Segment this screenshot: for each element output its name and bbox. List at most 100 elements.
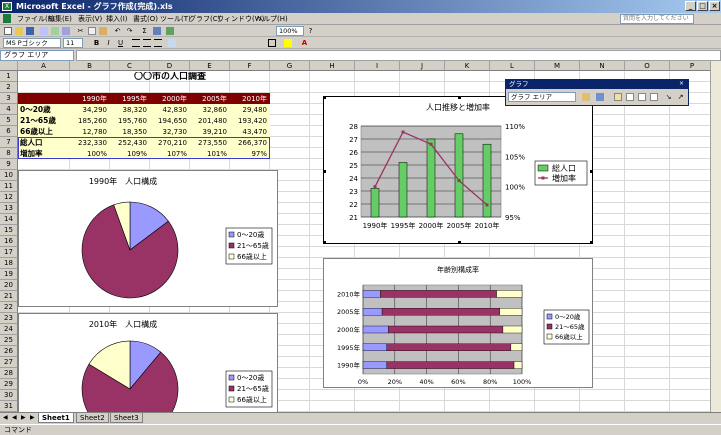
column-header[interactable]: F [230, 61, 270, 71]
select-all-corner[interactable] [0, 61, 18, 71]
workbook-icon[interactable] [3, 14, 11, 23]
row-header[interactable]: 13 [0, 203, 18, 214]
cut-icon[interactable]: ✂ [76, 26, 85, 35]
table-row-label[interactable]: 0〜20歳 [20, 105, 70, 115]
align-center-icon[interactable] [143, 39, 151, 47]
table-row-label[interactable]: 21〜65歳 [20, 116, 70, 126]
column-header[interactable]: D [150, 61, 190, 71]
table-cell[interactable]: 38,320 [110, 105, 148, 115]
table-cell[interactable]: 43,470 [230, 127, 268, 137]
spellcheck-icon[interactable] [62, 27, 70, 35]
row-header[interactable]: 18 [0, 258, 18, 269]
column-header[interactable]: M [535, 61, 580, 71]
row-header[interactable]: 20 [0, 280, 18, 291]
table-cell[interactable]: 97% [230, 149, 267, 159]
column-header[interactable]: E [190, 61, 230, 71]
formula-bar[interactable] [76, 50, 721, 61]
table-cell[interactable]: 32,860 [190, 105, 228, 115]
row-header[interactable]: 14 [0, 214, 18, 225]
name-box[interactable]: グラフ エリア [0, 50, 74, 61]
table-cell[interactable]: 232,330 [70, 138, 107, 148]
row-header[interactable]: 19 [0, 269, 18, 280]
menu-help[interactable]: ヘルプ(H) [256, 14, 288, 24]
font-size-select[interactable]: 11 [63, 38, 83, 48]
row-header[interactable]: 17 [0, 247, 18, 258]
row-header[interactable]: 12 [0, 192, 18, 203]
table-cell[interactable]: 270,210 [150, 138, 187, 148]
undo-icon[interactable]: ↶ [113, 26, 122, 35]
table-cell[interactable]: 109% [110, 149, 147, 159]
merge-center-icon[interactable] [168, 39, 176, 47]
maximize-button[interactable]: □ [697, 1, 708, 11]
menu-insert[interactable]: 挿入(I) [106, 14, 128, 24]
row-header[interactable]: 27 [0, 357, 18, 368]
print-preview-icon[interactable] [51, 27, 59, 35]
chart-type-icon[interactable] [596, 93, 604, 101]
table-cell[interactable]: 100% [70, 149, 107, 159]
table-cell[interactable]: 252,430 [110, 138, 147, 148]
row-header[interactable]: 22 [0, 302, 18, 313]
row-header[interactable]: 30 [0, 390, 18, 401]
row-header[interactable]: 29 [0, 379, 18, 390]
row-header[interactable]: 26 [0, 346, 18, 357]
sheet-tab-2[interactable]: Sheet2 [76, 413, 109, 423]
table-cell[interactable]: 12,780 [70, 127, 108, 137]
italic-button[interactable]: I [104, 38, 113, 47]
combo-chart-population[interactable]: 人口推移と増加率 21 22 23 24 25 26 27 28 95% 100% 105% 110% 1… [323, 96, 593, 244]
vertical-scrollbar[interactable] [710, 61, 721, 412]
menu-edit[interactable]: 編集(E) [48, 14, 72, 24]
column-header[interactable]: J [400, 61, 445, 71]
row-header[interactable]: 11 [0, 181, 18, 192]
menu-tools[interactable]: ツール(T) [160, 14, 191, 24]
row-header[interactable]: 24 [0, 324, 18, 335]
sheet-nav-first-icon[interactable]: ◀ [3, 414, 8, 421]
pie-chart-1990[interactable]: 1990年 人口構成 0〜20歳 21〜65歳 66歳以上 [18, 170, 278, 307]
sort-icon[interactable] [153, 27, 161, 35]
table-cell[interactable]: 107% [150, 149, 187, 159]
chart-toolbar-close-icon[interactable]: × [679, 80, 684, 87]
paste-icon[interactable] [99, 27, 107, 35]
sheet-nav-next-icon[interactable]: ▶ [21, 414, 26, 421]
underline-button[interactable]: U [116, 38, 125, 47]
table-header-cell[interactable]: 1990年 [70, 94, 107, 104]
table-cell[interactable]: 101% [190, 149, 227, 159]
autosum-icon[interactable]: Σ [140, 26, 149, 35]
row-header[interactable]: 23 [0, 313, 18, 324]
angle-text-down-icon[interactable]: ↘ [664, 92, 673, 101]
table-cell[interactable]: 195,760 [110, 116, 147, 126]
minimize-button[interactable]: _ [685, 1, 696, 11]
save-icon[interactable] [26, 27, 34, 35]
table-row-label[interactable]: 増加率 [20, 149, 70, 159]
row-header[interactable]: 28 [0, 368, 18, 379]
column-header[interactable]: P [670, 61, 710, 71]
row-header[interactable]: 31 [0, 401, 18, 412]
row-header[interactable]: 9 [0, 159, 18, 170]
new-icon[interactable] [4, 27, 12, 35]
column-header[interactable]: A [18, 61, 70, 71]
column-header[interactable]: C [110, 61, 150, 71]
table-cell[interactable]: 32,730 [150, 127, 188, 137]
menu-view[interactable]: 表示(V) [78, 14, 102, 24]
table-row-label[interactable]: 総人口 [20, 138, 70, 148]
by-row-icon[interactable] [638, 93, 646, 101]
help-icon[interactable]: ? [306, 26, 315, 35]
row-header[interactable]: 6 [0, 126, 18, 137]
print-icon[interactable] [40, 27, 48, 35]
table-cell[interactable]: 18,350 [110, 127, 148, 137]
pie-chart-2010[interactable]: 2010年 人口構成 0〜20歳 21〜65歳 66歳以上 [18, 313, 278, 412]
table-cell[interactable]: 39,210 [190, 127, 228, 137]
worksheet-grid[interactable]: A B C D E F G H I J K L M N O P 1 2 3 4 5 6 7 8 9 10 11 12 13 14 15 16 1… [0, 61, 710, 412]
sheet-tab-3[interactable]: Sheet3 [110, 413, 143, 423]
help-search-input[interactable]: 質問を入力してください [620, 14, 694, 24]
fill-color-icon[interactable] [284, 39, 292, 47]
zoom-select[interactable]: 100% [276, 26, 304, 36]
data-table-icon[interactable] [626, 93, 634, 101]
row-header[interactable]: 21 [0, 291, 18, 302]
column-header[interactable]: O [625, 61, 670, 71]
by-column-icon[interactable] [650, 93, 658, 101]
copy-icon[interactable] [88, 27, 96, 35]
table-cell[interactable]: 42,830 [150, 105, 188, 115]
table-cell[interactable]: 185,260 [70, 116, 107, 126]
redo-icon[interactable]: ↷ [125, 26, 134, 35]
table-cell[interactable]: 273,550 [190, 138, 227, 148]
